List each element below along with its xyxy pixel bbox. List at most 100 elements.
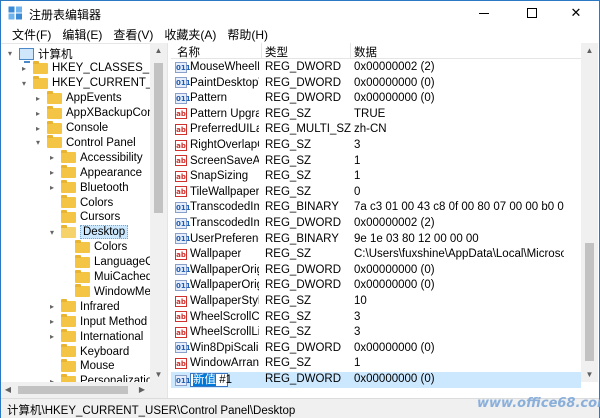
- value-row[interactable]: 011UserPreferencesMask REG_BINARY 9e 1e 03…: [171, 232, 581, 248]
- menu-favorites[interactable]: 收藏夹(A): [159, 26, 222, 43]
- folder-icon: [61, 209, 76, 223]
- value-row[interactable]: 011WallpaperOriginY REG_DWORD 0x00000000 (…: [171, 278, 581, 294]
- scroll-right-icon[interactable]: ▶: [135, 385, 149, 394]
- tree-node[interactable]: ▾ Desktop: [47, 224, 129, 240]
- new-value-name-cell[interactable]: 011 新值 #1: [175, 373, 259, 387]
- value-row[interactable]: ab SnapSizing REG_SZ 1: [171, 169, 581, 185]
- menu-help[interactable]: 帮助(H): [222, 26, 274, 43]
- tree-node[interactable]: ▸ AppEvents: [33, 90, 122, 106]
- value-row[interactable]: abPattern Upgrade REG_SZ TRUE: [171, 107, 581, 123]
- collapsed-chevron-icon[interactable]: ▸: [33, 123, 43, 133]
- column-divider[interactable]: [350, 43, 351, 59]
- value-row[interactable]: 011TranscodedImageCache REG_BINARY 7a c3 0…: [171, 200, 581, 216]
- tree-vertical-scrollbar[interactable]: ▲ ▼: [150, 43, 167, 382]
- value-row[interactable]: 011TranscodedImageCount REG_DWORD 0x000000…: [171, 216, 581, 232]
- registry-tree[interactable]: ▾ 计算机▸HKEY_CLASSES_ROOT▾HKEY_CURRENT_USER…: [1, 43, 167, 398]
- reg-binary-value-icon: 011: [175, 201, 191, 213]
- scroll-left-icon[interactable]: ◀: [1, 385, 15, 394]
- minimize-button[interactable]: [461, 1, 507, 25]
- tree-node[interactable]: Colors: [61, 239, 127, 255]
- collapsed-chevron-icon[interactable]: ▸: [33, 108, 43, 118]
- tree-node[interactable]: ▸ International: [47, 329, 143, 344]
- value-name-cell: 011MouseWheelRouting: [175, 61, 259, 73]
- collapsed-chevron-icon[interactable]: ▸: [47, 302, 57, 312]
- tree-node[interactable]: MuiCached: [61, 269, 152, 285]
- list-scroll-thumb[interactable]: [585, 243, 594, 361]
- tree-node[interactable]: ▸ Bluetooth: [47, 180, 129, 195]
- tree-node[interactable]: ▸ Appearance: [47, 165, 142, 180]
- no-chevron: [47, 212, 57, 222]
- value-row[interactable]: 011WallpaperOriginX REG_DWORD 0x00000000 (…: [171, 263, 581, 279]
- scroll-up-icon[interactable]: ▲: [150, 46, 167, 55]
- menu-edit[interactable]: 编辑(E): [57, 26, 108, 43]
- expanded-chevron-icon[interactable]: ▾: [33, 138, 43, 148]
- tree-horizontal-scrollbar[interactable]: ◀ ▶: [1, 382, 150, 398]
- folder-icon: [61, 180, 76, 194]
- tree-node[interactable]: ▸ Accessibility: [47, 150, 143, 165]
- value-name-cell: abWheelScrollChars: [175, 311, 259, 323]
- new-value-row[interactable]: 011 新值 #1 REG_DWORD 0x00000000 (0): [171, 372, 581, 388]
- menu-bar: 文件(F) 编辑(E) 查看(V) 收藏夹(A) 帮助(H): [1, 25, 599, 43]
- rename-input[interactable]: 新值 #1: [190, 373, 232, 387]
- tree-node[interactable]: ▾ 计算机: [5, 46, 73, 63]
- value-name: WallpaperOriginX: [190, 263, 259, 276]
- scroll-up-icon[interactable]: ▲: [581, 46, 598, 55]
- value-row[interactable]: abWheelScrollChars REG_SZ 3: [171, 310, 581, 326]
- collapsed-chevron-icon[interactable]: ▸: [47, 168, 57, 178]
- collapsed-chevron-icon[interactable]: ▸: [47, 332, 57, 342]
- value-row[interactable]: 011PaintDesktopVersion REG_DWORD 0x0000000…: [171, 76, 581, 92]
- tree-node[interactable]: ▾HKEY_CURRENT_USER: [19, 75, 167, 91]
- expanded-chevron-icon[interactable]: ▾: [47, 227, 57, 237]
- collapsed-chevron-icon[interactable]: ▸: [47, 183, 57, 193]
- scroll-down-icon[interactable]: ▼: [150, 370, 167, 379]
- value-row[interactable]: abRightOverlapChars REG_SZ 3: [171, 138, 581, 154]
- expanded-chevron-icon[interactable]: ▾: [5, 49, 15, 59]
- expanded-chevron-icon[interactable]: ▾: [19, 78, 29, 88]
- menu-file[interactable]: 文件(F): [7, 26, 57, 43]
- status-path: 计算机\HKEY_CURRENT_USER\Control Panel\Desk…: [7, 405, 296, 417]
- value-row[interactable]: 011Win8DpiScaling REG_DWORD 0x00000000 (0): [171, 341, 581, 357]
- scroll-down-icon[interactable]: ▼: [581, 370, 598, 379]
- tree-node[interactable]: ▸ AppXBackupContent: [33, 105, 167, 121]
- value-row[interactable]: ab Wallpaper REG_SZ C:\Users\fuxshine\AppDa…: [171, 247, 581, 263]
- value-row[interactable]: ab TileWallpaper REG_SZ 0: [171, 185, 581, 201]
- column-header-data[interactable]: 数据: [354, 44, 377, 60]
- collapsed-chevron-icon[interactable]: ▸: [47, 317, 57, 327]
- maximize-button[interactable]: [509, 1, 555, 25]
- tree-node[interactable]: ▸HKEY_CLASSES_ROOT: [19, 60, 167, 76]
- no-chevron: [61, 242, 71, 252]
- value-row[interactable]: abScreenSaveActive REG_SZ 1: [171, 154, 581, 170]
- close-button[interactable]: ✕: [553, 1, 599, 25]
- tree-hscroll-thumb[interactable]: [18, 386, 128, 394]
- value-name-cell: ab Wallpaper: [175, 248, 259, 260]
- collapsed-chevron-icon[interactable]: ▸: [19, 63, 29, 73]
- tree-node[interactable]: Keyboard: [47, 344, 129, 359]
- value-row[interactable]: abPreferredUILanguages REG_MULTI_SZzh-CN: [171, 122, 581, 138]
- menu-view[interactable]: 查看(V): [108, 26, 159, 43]
- column-header-type[interactable]: 类型: [265, 44, 288, 60]
- list-vertical-scrollbar[interactable]: ▲ ▼: [581, 43, 598, 382]
- tree-node[interactable]: ▾ Control Panel: [33, 135, 136, 150]
- value-row[interactable]: abWindowArrangementActive REG_SZ 1: [171, 356, 581, 372]
- collapsed-chevron-icon[interactable]: ▸: [33, 93, 43, 103]
- value-name: ScreenSaveActive: [190, 154, 259, 167]
- reg-binary-value-icon: 011: [175, 342, 191, 354]
- column-header-name[interactable]: 名称: [177, 44, 200, 60]
- tree-node[interactable]: Cursors: [47, 209, 120, 225]
- value-row[interactable]: 011 Pattern REG_DWORD 0x00000000 (0): [171, 91, 581, 107]
- tree-node[interactable]: ▸ Input Method: [47, 314, 147, 329]
- collapsed-chevron-icon[interactable]: ▸: [47, 153, 57, 163]
- tree-node-label: Desktop: [80, 225, 129, 240]
- tree-scroll-thumb[interactable]: [154, 63, 163, 213]
- tree-node[interactable]: Mouse: [47, 358, 115, 374]
- values-list[interactable]: 名称 类型 数据 011MouseWheelRoutingREG_DWORD0x…: [171, 43, 581, 398]
- value-row[interactable]: 011MouseWheelRouting REG_DWORD 0x00000002 …: [171, 60, 581, 76]
- value-row[interactable]: abWallpaperStyle REG_SZ 10: [171, 294, 581, 310]
- no-chevron: [47, 198, 57, 208]
- tree-node[interactable]: Colors: [47, 195, 113, 210]
- column-divider[interactable]: [261, 43, 262, 59]
- tree-node[interactable]: ▸ Console: [33, 120, 108, 136]
- tree-node[interactable]: ▸ Infrared: [47, 299, 120, 314]
- value-row[interactable]: abWheelScrollLines REG_SZ 3: [171, 325, 581, 341]
- title-bar[interactable]: 注册表编辑器 ✕: [1, 1, 599, 25]
